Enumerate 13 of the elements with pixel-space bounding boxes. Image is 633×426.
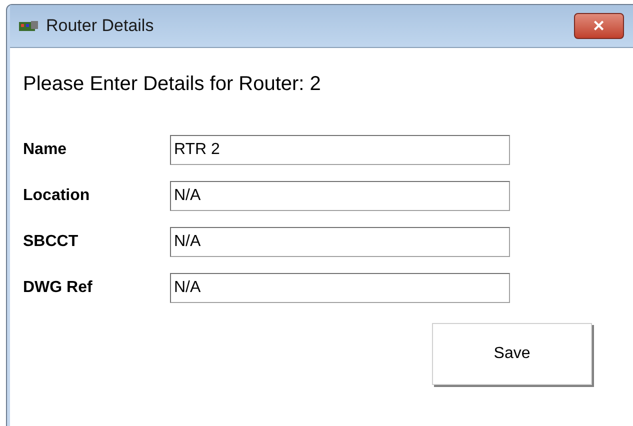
- input-field[interactable]: N/A: [170, 273, 510, 303]
- close-button[interactable]: ✕: [574, 13, 624, 39]
- input-field[interactable]: N/A: [170, 181, 510, 211]
- save-button[interactable]: Save: [432, 323, 592, 385]
- field-label: DWG Ref: [23, 278, 94, 298]
- field-label: Location: [23, 186, 91, 206]
- field-label: SBCCT: [23, 232, 80, 252]
- router-icon: [18, 18, 40, 34]
- input-field[interactable]: N/A: [170, 227, 510, 257]
- field-label: Name: [23, 140, 68, 160]
- input-field[interactable]: RTR 2: [170, 135, 510, 165]
- dialog-heading: Please Enter Details for Router: 2: [23, 72, 322, 97]
- window-title: Router Details: [46, 15, 154, 38]
